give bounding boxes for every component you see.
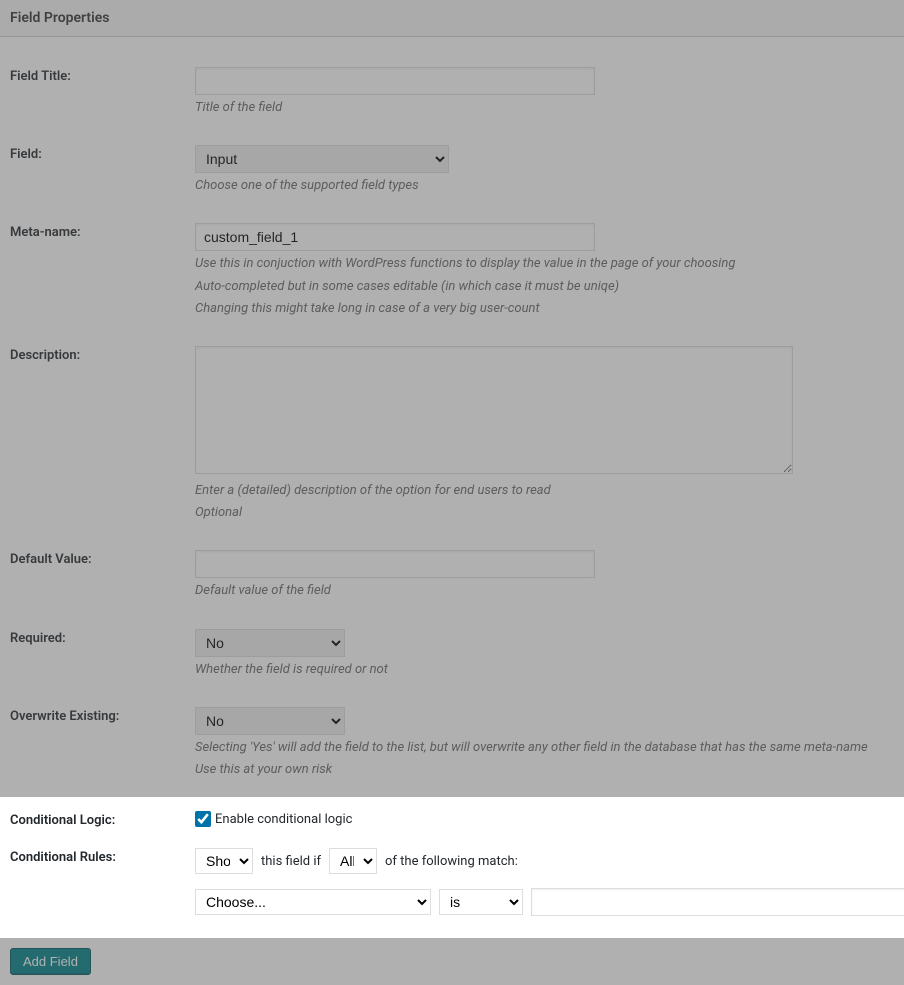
default-label: Default Value: (10, 550, 195, 567)
rule-value-input[interactable] (531, 888, 904, 916)
overwrite-help1: Selecting 'Yes' will add the field to th… (195, 739, 894, 757)
rule-text-2: of the following match: (385, 854, 518, 869)
row-default-value: Default Value: Default value of the fiel… (10, 542, 894, 608)
description-textarea[interactable] (195, 346, 793, 474)
rule-scope-select[interactable]: All (329, 848, 377, 874)
metaname-input[interactable] (195, 223, 595, 251)
default-help: Default value of the field (195, 582, 894, 600)
metaname-label: Meta-name: (10, 223, 195, 240)
metaname-help3: Changing this might take long in case of… (195, 300, 894, 318)
default-input[interactable] (195, 550, 595, 578)
required-label: Required: (10, 629, 195, 646)
conditional-logic-label: Conditional Logic: (10, 811, 195, 828)
field-type-help: Choose one of the supported field types (195, 177, 894, 195)
panel-title: Field Properties (0, 0, 904, 37)
row-meta-name: Meta-name: Use this in conjuction with W… (10, 215, 894, 326)
rule-field-select[interactable]: Choose... (195, 889, 431, 915)
field-type-select[interactable]: Input (195, 145, 449, 173)
rule-text-1: this field if (261, 854, 321, 869)
row-description: Description: Enter a (detailed) descript… (10, 338, 894, 530)
enable-conditional-label: Enable conditional logic (215, 812, 352, 827)
add-field-button[interactable]: Add Field (10, 948, 91, 975)
description-label: Description: (10, 346, 195, 363)
required-help: Whether the field is required or not (195, 661, 894, 679)
overwrite-label: Overwrite Existing: (10, 707, 195, 724)
overwrite-select[interactable]: No (195, 707, 345, 735)
conditional-rules-label: Conditional Rules: (10, 848, 195, 865)
row-conditional-rules: Conditional Rules: Show this field if Al… (10, 844, 894, 920)
field-title-help: Title of the field (195, 99, 894, 117)
row-conditional-logic: Conditional Logic: Enable conditional lo… (10, 807, 894, 832)
row-required: Required: No Whether the field is requir… (10, 621, 894, 687)
field-title-input[interactable] (195, 67, 595, 95)
required-select[interactable]: No (195, 629, 345, 657)
overwrite-help2: Use this at your own risk (195, 761, 894, 779)
row-field-title: Field Title: Title of the field (10, 59, 894, 125)
rule-op-select[interactable]: is (439, 889, 523, 915)
row-field-type: Field: Input Choose one of the supported… (10, 137, 894, 203)
field-type-label: Field: (10, 145, 195, 162)
description-help1: Enter a (detailed) description of the op… (195, 482, 894, 500)
enable-conditional-checkbox[interactable] (195, 811, 211, 827)
row-overwrite: Overwrite Existing: No Selecting 'Yes' w… (10, 699, 894, 787)
metaname-help2: Auto-completed but in some cases editabl… (195, 278, 894, 296)
metaname-help1: Use this in conjuction with WordPress fu… (195, 255, 894, 273)
description-help2: Optional (195, 504, 894, 522)
field-title-label: Field Title: (10, 67, 195, 84)
rule-action-select[interactable]: Show (195, 848, 253, 874)
